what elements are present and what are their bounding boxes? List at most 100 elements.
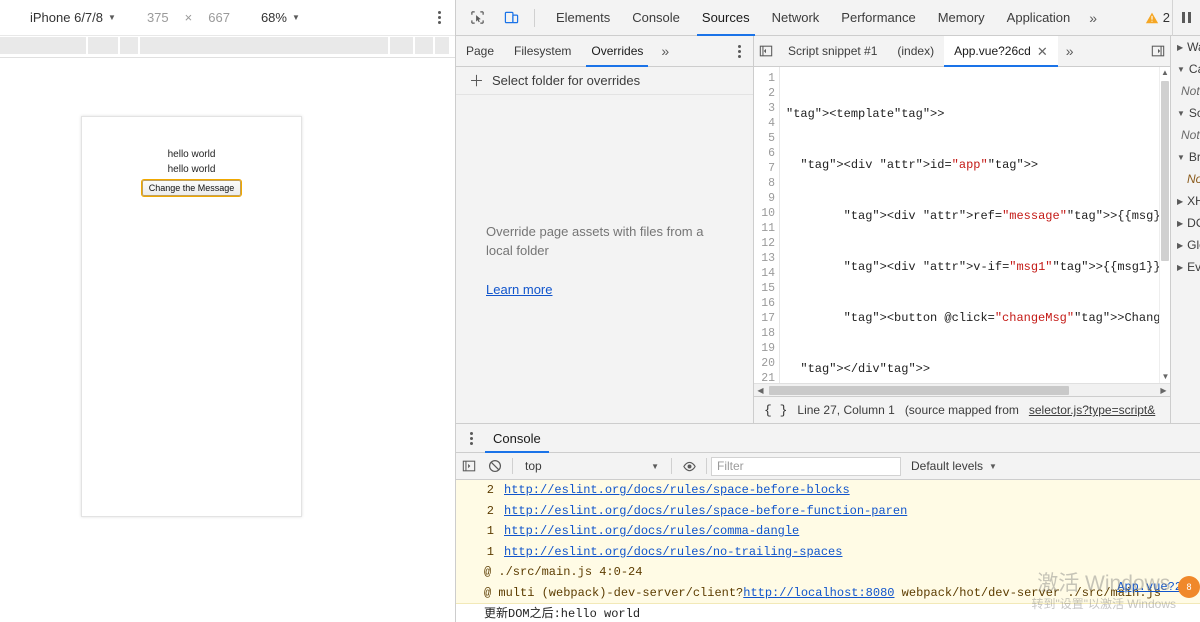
console-message-row: @ multi (webpack)-dev-server/client?http… [456, 583, 1200, 604]
scroll-up-arrow-icon[interactable]: ▲ [1160, 67, 1170, 79]
viewport-wrapper: hello world hello world Change the Messa… [0, 58, 455, 622]
toolbar-divider [534, 8, 535, 27]
navigator-more-options-button[interactable] [738, 44, 741, 58]
viewport-height-input[interactable]: 667 [205, 10, 233, 25]
scrollbar-thumb[interactable] [1161, 81, 1169, 261]
console-log-levels-selector[interactable]: Default levels ▼ [911, 459, 997, 473]
scroll-right-arrow-icon[interactable]: ▶ [1157, 386, 1170, 395]
close-icon[interactable]: ✕ [1037, 36, 1048, 67]
debug-section-scope[interactable]: ▼ Scope [1171, 102, 1200, 124]
chevron-down-icon: ▼ [1177, 64, 1185, 74]
chevron-down-icon: ▼ [291, 13, 300, 22]
nav-tab-page[interactable]: Page [456, 36, 504, 67]
debug-section-watch[interactable]: ▶ Watch [1171, 36, 1200, 58]
debug-section-global-listeners[interactable]: ▶ Global Listeners [1171, 234, 1200, 256]
drawer-more-options-button[interactable] [456, 431, 485, 445]
debug-section-xhr-breakpoints[interactable]: ▶ XHR/fetch Breakpoints [1171, 190, 1200, 212]
scroll-left-arrow-icon[interactable]: ◀ [754, 386, 767, 395]
emulated-viewport[interactable]: hello world hello world Change the Messa… [81, 116, 302, 517]
kebab-menu-icon [738, 44, 741, 58]
editor-tab-app-vue[interactable]: App.vue?26cd ✕ [944, 35, 1058, 67]
chevron-double-right-icon[interactable]: » [653, 43, 677, 59]
device-selector[interactable]: iPhone 6/7/8 ▼ [30, 10, 116, 25]
console-output[interactable]: 2 http://eslint.org/docs/rules/space-bef… [456, 480, 1200, 622]
line-number: 18 [761, 327, 775, 340]
inspect-element-button[interactable] [464, 5, 490, 31]
code-text[interactable]: "tag"><template"tag">> "tag"><div "attr"… [780, 67, 1170, 383]
tab-sources[interactable]: Sources [691, 0, 761, 36]
editor-vertical-scrollbar[interactable]: ▲ ▼ [1159, 67, 1170, 383]
editor-tab-label: (index) [897, 43, 935, 58]
viewport-width-input[interactable]: 375 [144, 10, 172, 25]
console-sidebar-button[interactable] [456, 453, 482, 480]
tab-network[interactable]: Network [761, 0, 831, 36]
console-message-row: 1 http://eslint.org/docs/rules/no-traili… [456, 542, 1200, 563]
rule-link[interactable]: http://eslint.org/docs/rules/comma-dangl… [504, 521, 799, 542]
media-query-ruler[interactable] [0, 36, 455, 58]
devtools-panel: Elements Console Sources Network Perform… [455, 0, 1200, 622]
debug-section-event-listener-breakpoints[interactable]: ▶ Event Listener Breakpoints [1171, 256, 1200, 278]
section-label: DOM Breakpoints [1187, 216, 1200, 230]
chevron-double-right-icon[interactable]: » [1058, 43, 1082, 59]
editor-tab-index[interactable]: (index) [887, 36, 944, 67]
line-number: 10 [761, 207, 775, 220]
rule-link[interactable]: http://eslint.org/docs/rules/space-befor… [504, 480, 850, 501]
show-debugger-sidebar-button[interactable] [1146, 36, 1170, 67]
debug-section-dom-breakpoints[interactable]: ▶ DOM Breakpoints [1171, 212, 1200, 234]
line-number: 5 [768, 132, 775, 145]
device-emulation-pane: iPhone 6/7/8 ▼ 375 × 667 68% ▼ hello wor… [0, 0, 455, 622]
drawer-tab-console[interactable]: Console [485, 424, 549, 453]
warning-count-label: 2 [1162, 10, 1170, 25]
line-number: 9 [768, 192, 775, 205]
rule-link[interactable]: http://eslint.org/docs/rules/no-trailing… [504, 542, 842, 563]
clear-console-button[interactable] [482, 453, 508, 480]
overrides-empty-text: Override page assets with files from a l… [486, 223, 704, 258]
editor-tab-script-snippet[interactable]: Script snippet #1 [778, 36, 887, 67]
console-context-selector[interactable]: top ▼ [517, 459, 667, 473]
chevron-double-right-icon[interactable]: » [1081, 10, 1105, 26]
chevron-down-icon: ▼ [108, 13, 116, 22]
console-drawer: Console top ▼ Filter Default levels ▼ 2 … [456, 423, 1200, 622]
select-folder-for-overrides-button[interactable]: ＋ Select folder for overrides [456, 67, 753, 95]
code-line: "tag"><div "attr">ref="message""tag">>{{… [843, 209, 1170, 223]
toggle-device-toolbar-button[interactable] [498, 5, 524, 31]
device-more-options-button[interactable] [438, 11, 441, 24]
show-navigator-button[interactable] [754, 36, 778, 67]
chevron-right-icon: ▶ [1177, 262, 1184, 272]
line-number: 2 [768, 87, 775, 100]
warning-counter[interactable]: 2 [1145, 10, 1172, 25]
learn-more-link[interactable]: Learn more [486, 282, 552, 297]
pause-script-button[interactable] [1172, 0, 1200, 36]
pretty-print-braces-icon[interactable]: { } [764, 403, 787, 418]
scroll-down-arrow-icon[interactable]: ▼ [1160, 371, 1170, 383]
localhost-link[interactable]: http://localhost:8080 [743, 586, 894, 600]
source-map-link[interactable]: selector.js?type=script& [1029, 403, 1155, 417]
line-number: 7 [768, 162, 775, 175]
scrollbar-thumb[interactable] [769, 385, 1069, 395]
code-editor[interactable]: 1 2 3 4 5 6 7 8 9 10 11 12 13 14 15 16 1… [754, 67, 1170, 383]
tab-performance[interactable]: Performance [830, 0, 926, 36]
select-folder-label: Select folder for overrides [492, 73, 641, 88]
tab-application[interactable]: Application [996, 0, 1082, 36]
levels-label: Default levels [911, 459, 984, 473]
drawer-tabbar: Console [456, 424, 1200, 453]
code-line: "tag"><div "attr">id="app""tag">> [800, 158, 1039, 172]
message-count: 2 [486, 483, 494, 497]
console-message-row: 2 http://eslint.org/docs/rules/space-bef… [456, 480, 1200, 501]
editor-horizontal-scrollbar[interactable]: ◀ ▶ [754, 383, 1170, 396]
rendered-page: hello world hello world Change the Messa… [82, 117, 301, 197]
debug-section-breakpoints[interactable]: ▼ Breakpoints [1171, 146, 1200, 168]
zoom-selector[interactable]: 68% ▼ [261, 10, 300, 25]
nav-tab-overrides[interactable]: Overrides [581, 36, 653, 67]
nav-tab-filesystem[interactable]: Filesystem [504, 36, 581, 67]
change-message-button[interactable]: Change the Message [140, 179, 243, 197]
console-source-link[interactable]: App.vue?2 [1117, 580, 1182, 594]
debug-section-call-stack[interactable]: ▼ Call Stack [1171, 58, 1200, 80]
tab-elements[interactable]: Elements [545, 0, 621, 36]
live-expression-button[interactable] [676, 453, 702, 480]
tab-memory[interactable]: Memory [927, 0, 996, 36]
rule-link[interactable]: http://eslint.org/docs/rules/space-befor… [504, 501, 907, 522]
console-filter-input[interactable] [711, 456, 901, 476]
section-label: Breakpoints [1188, 150, 1200, 164]
tab-console[interactable]: Console [621, 0, 691, 36]
